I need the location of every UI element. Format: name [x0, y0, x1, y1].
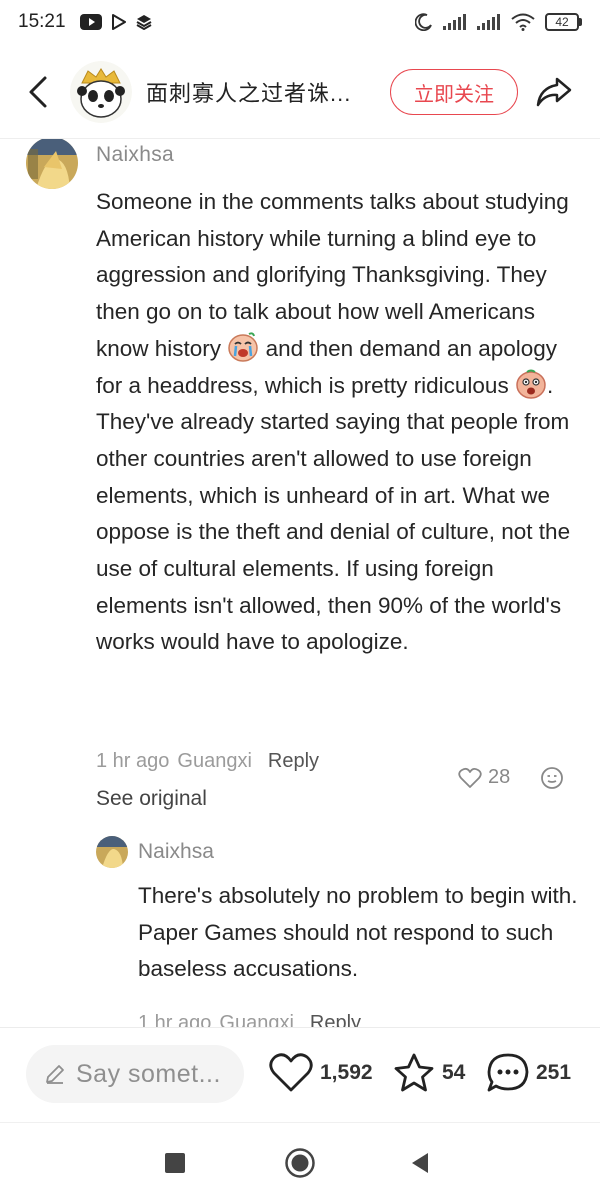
comment-bubble-icon [487, 1053, 529, 1092]
shocked-face-icon [515, 369, 547, 399]
bottom-action-bar: Say somet... 1,592 54 251 [0, 1027, 600, 1122]
like-count: 1,592 [320, 1061, 373, 1084]
share-button[interactable] [532, 70, 576, 114]
comment-input[interactable]: Say somet... [26, 1045, 244, 1103]
star-icon [394, 1053, 434, 1092]
square-icon [165, 1153, 185, 1173]
follow-button[interactable]: 立即关注 [390, 69, 518, 115]
play-store-icon [111, 14, 126, 30]
comment-like-button[interactable]: 28 [458, 766, 510, 789]
see-original-link[interactable]: See original [96, 787, 207, 811]
post-title: 面刺寡人之过者诛... [146, 81, 352, 106]
comment-text: Someone in the comments talks about stud… [96, 189, 571, 655]
youtube-icon [79, 14, 102, 30]
triangle-back-icon [412, 1153, 428, 1173]
reply-reply-button[interactable]: Reply [310, 1012, 361, 1027]
battery-level: 42 [545, 13, 579, 31]
comments-button[interactable]: 251 [486, 1052, 571, 1094]
moon-icon [415, 13, 433, 31]
signal-icon [443, 14, 467, 30]
layers-icon [136, 14, 152, 30]
share-icon [536, 77, 572, 107]
crying-face-icon [227, 332, 259, 362]
favorite-count: 54 [442, 1061, 466, 1084]
author-avatar[interactable] [70, 61, 132, 123]
favorite-button[interactable]: 54 [392, 1052, 465, 1094]
signal-icon [477, 14, 501, 30]
post-header: 面刺寡人之过者诛... 立即关注 [0, 48, 600, 136]
comment-username[interactable]: Naixhsa [96, 143, 174, 167]
reply-meta: 1 hr ago Guangxi Reply [138, 1012, 361, 1027]
nav-recents-button[interactable] [155, 1143, 195, 1183]
battery-icon: 42 [545, 13, 582, 31]
heart-icon [458, 767, 482, 788]
nav-home-button[interactable] [280, 1143, 320, 1183]
comment-input-placeholder: Say somet... [76, 1059, 221, 1088]
comment-like-count: 28 [488, 766, 511, 788]
reply-time: 1 hr ago [138, 1012, 212, 1027]
reply-avatar[interactable] [96, 836, 128, 868]
reply-username[interactable]: Naixhsa [138, 840, 214, 864]
wifi-icon [511, 13, 535, 31]
comment-react-button[interactable] [540, 766, 564, 795]
comment-time: 1 hr ago [96, 750, 170, 772]
heart-icon [269, 1053, 313, 1092]
status-time: 15:21 [18, 11, 66, 32]
reply-text: There's absolutely no problem to begin w… [138, 883, 578, 982]
comment-reply-button[interactable]: Reply [268, 750, 319, 773]
home-circle-icon [285, 1148, 315, 1178]
pencil-icon [46, 1065, 64, 1084]
comments-count: 251 [536, 1061, 572, 1084]
chevron-left-icon [29, 76, 47, 108]
system-nav-bar [0, 1122, 600, 1200]
reply-location: Guangxi [219, 1012, 294, 1027]
smiley-icon [541, 767, 563, 789]
comment-location: Guangxi [177, 750, 252, 772]
nav-back-button[interactable] [400, 1143, 440, 1183]
like-button[interactable]: 1,592 [268, 1052, 373, 1094]
commenter-avatar[interactable] [26, 139, 78, 189]
comment-section: Naixhsa Someone in the comments talks ab… [0, 139, 600, 1027]
status-bar: 15:21 42 [0, 0, 600, 44]
comment-meta: 1 hr ago Guangxi Reply [96, 750, 319, 773]
back-button[interactable] [18, 62, 58, 122]
